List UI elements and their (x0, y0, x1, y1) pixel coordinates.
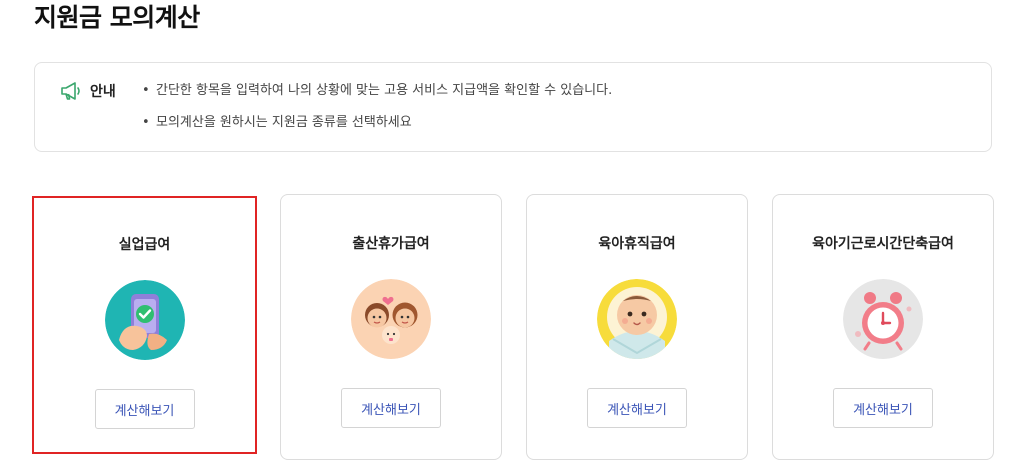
card-reduced-working-hours-benefit[interactable]: 육아기근로시간단축급여 계산해보기 (772, 194, 994, 460)
notice-item: 간단한 항목을 입력하여 나의 상황에 맞는 고용 서비스 지급액을 확인할 수… (142, 83, 612, 99)
notice-label: 안내 (90, 84, 116, 100)
card-title: 실업급여 (118, 237, 171, 253)
card-title: 육아휴직급여 (598, 236, 676, 252)
parents-baby-icon (351, 279, 431, 359)
alarm-clock-icon (843, 279, 923, 359)
calculate-button[interactable]: 계산해보기 (341, 388, 441, 428)
megaphone-icon (60, 81, 82, 101)
notice-list: 간단한 항목을 입력하여 나의 상황에 맞는 고용 서비스 지급액을 확인할 수… (142, 83, 612, 147)
baby-face-icon (597, 279, 677, 359)
card-title: 육아기근로시간단축급여 (812, 236, 954, 252)
card-parental-leave-benefit[interactable]: 육아휴직급여 계산해보기 (526, 194, 748, 460)
notice-box: 안내 간단한 항목을 입력하여 나의 상황에 맞는 고용 서비스 지급액을 확인… (34, 62, 992, 152)
card-title: 출산휴가급여 (352, 236, 430, 252)
calculate-button[interactable]: 계산해보기 (833, 388, 933, 428)
calculate-button[interactable]: 계산해보기 (94, 389, 195, 429)
notice-header: 안내 (60, 81, 116, 101)
page-title: 지원금 모의계산 (34, 3, 200, 32)
card-maternity-leave-benefit[interactable]: 출산휴가급여 계산해보기 (280, 194, 502, 460)
phone-check-hand-icon (104, 280, 185, 360)
card-unemployment-benefit[interactable]: 실업급여 계산해보기 (32, 196, 257, 454)
notice-item: 모의계산을 원하시는 지원금 종류를 선택하세요 (142, 115, 612, 131)
calculate-button[interactable]: 계산해보기 (587, 388, 687, 428)
